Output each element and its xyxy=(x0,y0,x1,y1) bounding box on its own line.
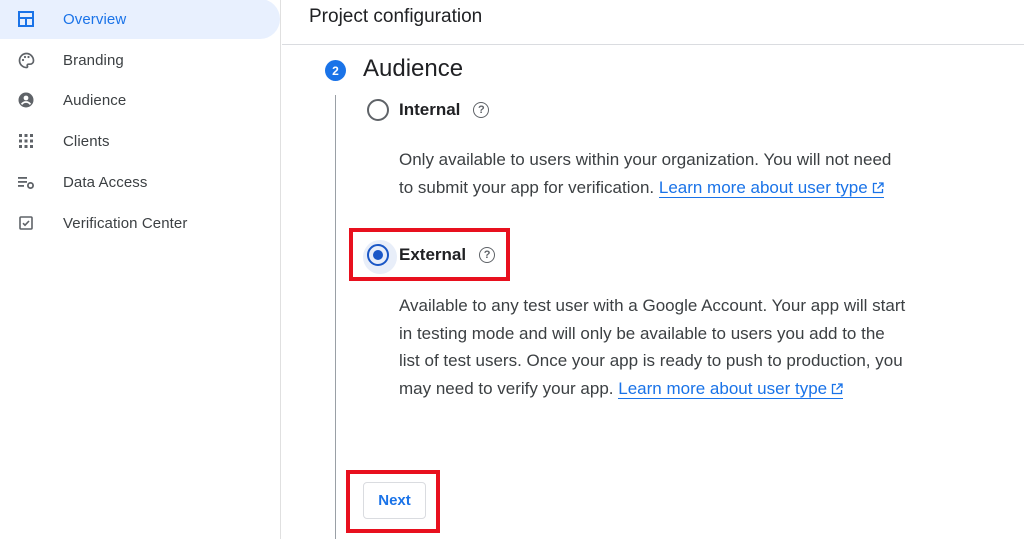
sidebar-item-audience[interactable]: Audience xyxy=(0,80,280,120)
external-learn-more-text: Learn more about user type xyxy=(618,378,828,398)
sidebar-item-clients[interactable]: Clients xyxy=(0,121,280,161)
sidebar-item-label: Verification Center xyxy=(63,214,188,232)
sidebar-item-label: Clients xyxy=(63,132,110,150)
radio-focus-halo xyxy=(363,240,397,274)
account-circle-icon xyxy=(16,90,36,110)
dashboard-icon xyxy=(16,9,36,29)
page-header: Project configuration xyxy=(282,0,1024,45)
help-icon[interactable]: ? xyxy=(473,102,490,118)
apps-grid-icon xyxy=(16,131,36,151)
external-description: Available to any test user with a Google… xyxy=(399,292,909,402)
internal-option[interactable]: Internal ? xyxy=(367,98,490,122)
sidebar-item-label: Branding xyxy=(63,51,124,69)
external-learn-more-link[interactable]: Learn more about user type xyxy=(618,378,844,399)
sidebar-item-data-access[interactable]: Data Access xyxy=(0,162,280,202)
step-number-badge: 2 xyxy=(325,60,346,81)
checkbox-icon xyxy=(16,213,36,233)
help-icon[interactable]: ? xyxy=(479,247,496,263)
sidebar-item-label: Audience xyxy=(63,91,127,109)
sidebar-item-label: Overview xyxy=(63,10,127,28)
external-link-icon xyxy=(831,382,843,394)
next-button[interactable]: Next xyxy=(363,482,426,519)
external-link-icon xyxy=(872,181,884,193)
external-label: External xyxy=(399,245,467,264)
internal-description: Only available to users within your orga… xyxy=(399,146,909,201)
step-title: Audience xyxy=(363,55,464,82)
external-option[interactable]: External ? xyxy=(363,240,496,274)
sidebar-item-overview[interactable]: Overview xyxy=(0,0,280,39)
sidebar: Overview Branding Audience Clients Data … xyxy=(0,0,281,539)
sidebar-item-label: Data Access xyxy=(63,173,148,191)
data-settings-icon xyxy=(16,172,36,192)
page-title: Project configuration xyxy=(309,6,483,27)
sidebar-item-branding[interactable]: Branding xyxy=(0,40,280,80)
internal-learn-more-link[interactable]: Learn more about user type xyxy=(658,177,884,198)
palette-icon xyxy=(16,50,36,70)
internal-learn-more-text: Learn more about user type xyxy=(658,177,868,197)
external-radio[interactable] xyxy=(363,240,397,274)
stepper-line xyxy=(335,95,336,539)
internal-label: Internal xyxy=(399,100,461,119)
internal-radio[interactable] xyxy=(367,99,389,121)
sidebar-item-verification-center[interactable]: Verification Center xyxy=(0,203,280,243)
